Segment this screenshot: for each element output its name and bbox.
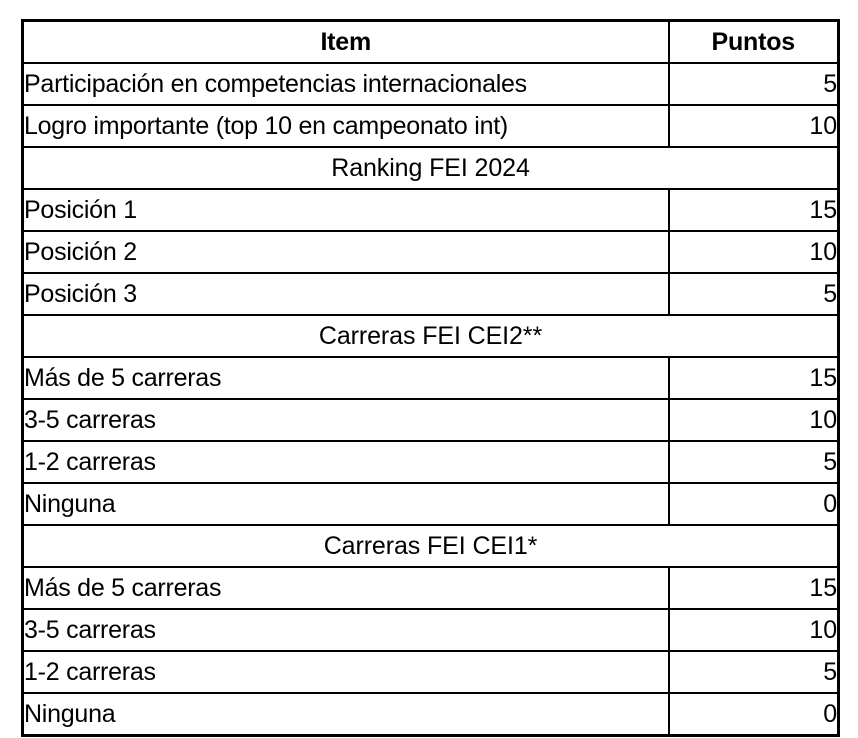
cell-item: 3-5 carreras (21, 398, 670, 442)
table-section-row: Carreras FEI CEI1* (21, 524, 840, 568)
cell-item: Más de 5 carreras (21, 566, 670, 610)
section-title: Carreras FEI CEI1* (21, 524, 840, 568)
page-root: Item Puntos Participación en competencia… (0, 0, 858, 738)
table-row: Logro importante (top 10 en campeonato i… (21, 104, 840, 148)
section-title: Ranking FEI 2024 (21, 146, 840, 190)
cell-puntos: 0 (667, 692, 840, 737)
cell-item: 1-2 carreras (21, 440, 670, 484)
cell-puntos: 5 (667, 650, 840, 694)
cell-item: Más de 5 carreras (21, 356, 670, 400)
scoring-criteria-table: Item Puntos Participación en competencia… (21, 19, 840, 737)
cell-item: 3-5 carreras (21, 608, 670, 652)
table-row: 3-5 carreras 10 (21, 608, 840, 652)
cell-puntos: 0 (667, 482, 840, 526)
table-header-row: Item Puntos (21, 19, 840, 64)
cell-item: Posición 1 (21, 188, 670, 232)
table-row: Ninguna 0 (21, 482, 840, 526)
table-row: 3-5 carreras 10 (21, 398, 840, 442)
table-row: Ninguna 0 (21, 692, 840, 737)
table-row: Posición 35 (21, 272, 840, 316)
table-header: Item Puntos (21, 19, 840, 64)
cell-item: Logro importante (top 10 en campeonato i… (21, 104, 670, 148)
cell-puntos: 5 (667, 272, 840, 316)
cell-puntos: 15 (667, 356, 840, 400)
table-row: 1-2 carreras 5 (21, 440, 840, 484)
table-row: Más de 5 carreras 15 (21, 566, 840, 610)
cell-puntos: 10 (667, 398, 840, 442)
cell-item: Ninguna (21, 692, 670, 737)
column-header-puntos: Puntos (667, 19, 840, 64)
cell-puntos: 10 (667, 608, 840, 652)
cell-item: Posición 3 (21, 272, 670, 316)
table-body: Participación en competencias internacio… (21, 62, 840, 737)
cell-item: Participación en competencias internacio… (21, 62, 670, 106)
table-section-row: Ranking FEI 2024 (21, 146, 840, 190)
cell-puntos: 15 (667, 188, 840, 232)
cell-item: 1-2 carreras (21, 650, 670, 694)
table-section-row: Carreras FEI CEI2** (21, 314, 840, 358)
table-row: Posición 1 15 (21, 188, 840, 232)
cell-puntos: 5 (667, 440, 840, 484)
cell-item: Ninguna (21, 482, 670, 526)
table-row: Participación en competencias internacio… (21, 62, 840, 106)
cell-puntos: 15 (667, 566, 840, 610)
section-title: Carreras FEI CEI2** (21, 314, 840, 358)
table-row: Posición 2 10 (21, 230, 840, 274)
cell-puntos: 10 (667, 104, 840, 148)
table-row: 1-2 carreras 5 (21, 650, 840, 694)
cell-item: Posición 2 (21, 230, 670, 274)
column-header-item: Item (21, 19, 670, 64)
table-row: Más de 5 carreras 15 (21, 356, 840, 400)
cell-puntos: 5 (667, 62, 840, 106)
cell-puntos: 10 (667, 230, 840, 274)
